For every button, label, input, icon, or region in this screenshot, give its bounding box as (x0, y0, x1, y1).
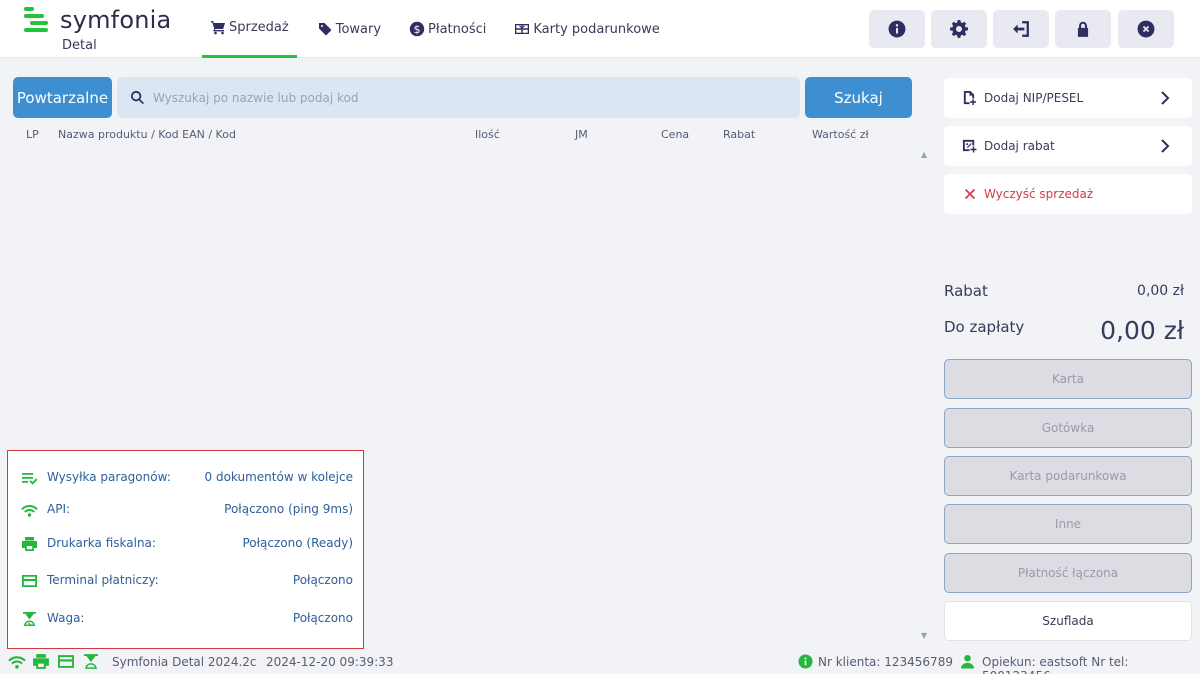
logo-subtitle: Detal (62, 38, 97, 53)
search-icon (131, 90, 144, 105)
status-fiscal-printer: Drukarka fiskalna: Połączono (Ready) (8, 534, 365, 554)
document-add-icon (963, 90, 977, 105)
dollar-icon: $ (409, 21, 425, 37)
svg-text:$: $ (414, 23, 421, 36)
add-nip-button[interactable]: Dodaj NIP/PESEL (944, 78, 1192, 118)
status-receipts-label: Wysyłka paragonów: (47, 470, 171, 484)
current-datetime: 2024-12-20 09:39:33 (266, 655, 394, 669)
operator-info: Opiekun: eastsoft Nr tel: 500123456 (982, 655, 1129, 674)
pay-combined-button[interactable]: Płatność łączona (944, 553, 1192, 593)
search-bar (117, 77, 800, 118)
status-api-label: API: (47, 502, 71, 516)
tab-karty-podarunkowe[interactable]: Karty podarunkowe (504, 0, 669, 58)
repeatable-button[interactable]: Powtarzalne (13, 77, 112, 118)
to-pay-value: 0,00 zł (1100, 316, 1184, 345)
logout-icon (1013, 21, 1029, 37)
chevron-right-icon (1161, 139, 1170, 153)
status-scale-value: Połączono (292, 611, 353, 625)
status-payment-terminal-value: Połączono (292, 573, 353, 587)
tab-label: Towary (335, 21, 382, 37)
logo-text: symfonia (60, 6, 172, 34)
pay-card-button[interactable]: Karta (944, 359, 1192, 399)
status-receipts: Wysyłka paragonów: 0 dokumentów w kolejc… (8, 468, 365, 488)
pay-cash-button[interactable]: Gotówka (944, 408, 1192, 448)
status-fiscal-printer-label: Drukarka fiskalna: (47, 536, 156, 550)
column-quantity: Ilość (475, 128, 500, 141)
add-nip-label: Dodaj NIP/PESEL (984, 91, 1084, 105)
to-pay-summary: Do zapłaty 0,00 zł (944, 316, 1192, 354)
status-scale: Waga: Połączono (8, 609, 365, 629)
wifi-icon (21, 505, 38, 517)
app-header: symfonia Detal Sprzedaż Towary $ Płatnoś… (0, 0, 1200, 58)
close-x-icon (964, 188, 976, 200)
tab-label: Płatności (428, 21, 487, 37)
pay-gift-card-button[interactable]: Karta podarunkowa (944, 456, 1192, 496)
device-status-panel: Wysyłka paragonów: 0 dokumentów w kolejc… (7, 450, 364, 649)
discount-summary-value: 0,00 zł (1137, 283, 1184, 299)
close-app-button[interactable] (1118, 10, 1174, 48)
column-unit: JM (575, 128, 588, 141)
status-payment-terminal: Terminal płatniczy: Połączono (8, 571, 365, 591)
status-scale-label: Waga: (47, 611, 85, 625)
card-terminal-icon[interactable] (57, 653, 75, 670)
scroll-up-arrow-icon[interactable]: ▲ (921, 150, 927, 159)
tab-label: Karty podarunkowe (533, 21, 660, 37)
column-value: Wartość zł (812, 128, 869, 141)
clear-sale-label: Wyczyść sprzedaż (984, 187, 1094, 201)
column-price: Cena (661, 128, 690, 141)
status-receipts-value: 0 dokumentów w kolejce (204, 470, 353, 484)
status-api-value: Połączono (ping 9ms) (224, 502, 353, 516)
scroll-down-arrow-icon[interactable]: ▼ (921, 631, 927, 640)
search-button[interactable]: Szukaj (805, 77, 912, 118)
column-product: Nazwa produktu / Kod EAN / Kod (58, 128, 236, 141)
add-discount-label: Dodaj rabat (984, 139, 1055, 153)
queue-check-icon (22, 473, 38, 485)
card-terminal-icon (22, 575, 37, 587)
tab-label: Sprzedaż (229, 19, 289, 35)
info-circle-icon (798, 654, 813, 669)
drawer-button[interactable]: Szuflada (944, 601, 1192, 641)
discount-summary: Rabat 0,00 zł (944, 282, 1192, 300)
app-version: Symfonia Detal 2024.2c (112, 655, 257, 669)
status-fiscal-printer-value: Połączono (Ready) (242, 536, 353, 550)
app-logo: symfonia Detal (22, 6, 182, 54)
lock-button[interactable] (1055, 10, 1111, 48)
symfonia-logo-icon (22, 6, 52, 36)
status-api: API: Połączono (ping 9ms) (8, 500, 365, 520)
add-discount-button[interactable]: Dodaj rabat (944, 126, 1192, 166)
printer-icon (22, 537, 37, 551)
lock-icon (1077, 21, 1089, 37)
client-number: Nr klienta: 123456789 (818, 655, 953, 669)
scale-icon (23, 612, 36, 626)
gear-icon (950, 20, 968, 38)
main-nav: Sprzedaż Towary $ Płatności Karty podaru… (200, 0, 678, 58)
close-icon (1137, 20, 1155, 38)
column-lp: LP (26, 128, 39, 141)
gift-card-icon (515, 24, 530, 34)
chevron-right-icon (1161, 91, 1170, 105)
tab-sprzedaz[interactable]: Sprzedaż (200, 0, 299, 58)
tab-platnosci[interactable]: $ Płatności (399, 0, 496, 58)
clear-sale-button[interactable]: Wyczyść sprzedaż (944, 174, 1192, 214)
tag-icon (318, 23, 332, 36)
tab-towary[interactable]: Towary (307, 0, 391, 58)
to-pay-label: Do zapłaty (944, 318, 1025, 336)
discount-add-icon (962, 139, 977, 153)
search-input[interactable] (153, 77, 793, 118)
status-bar: Symfonia Detal 2024.2c 2024-12-20 09:39:… (0, 650, 1200, 674)
status-payment-terminal-label: Terminal płatniczy: (47, 573, 159, 587)
scale-icon[interactable] (82, 653, 100, 670)
cart-icon (211, 21, 225, 35)
settings-button[interactable] (931, 10, 987, 48)
logout-button[interactable] (993, 10, 1049, 48)
pay-other-button[interactable]: Inne (944, 504, 1192, 544)
wifi-icon[interactable] (8, 653, 26, 670)
user-icon (960, 654, 975, 669)
column-discount: Rabat (723, 128, 756, 141)
info-button[interactable] (869, 10, 925, 48)
info-icon (888, 20, 906, 38)
printer-icon[interactable] (32, 653, 50, 670)
discount-summary-label: Rabat (944, 282, 988, 300)
